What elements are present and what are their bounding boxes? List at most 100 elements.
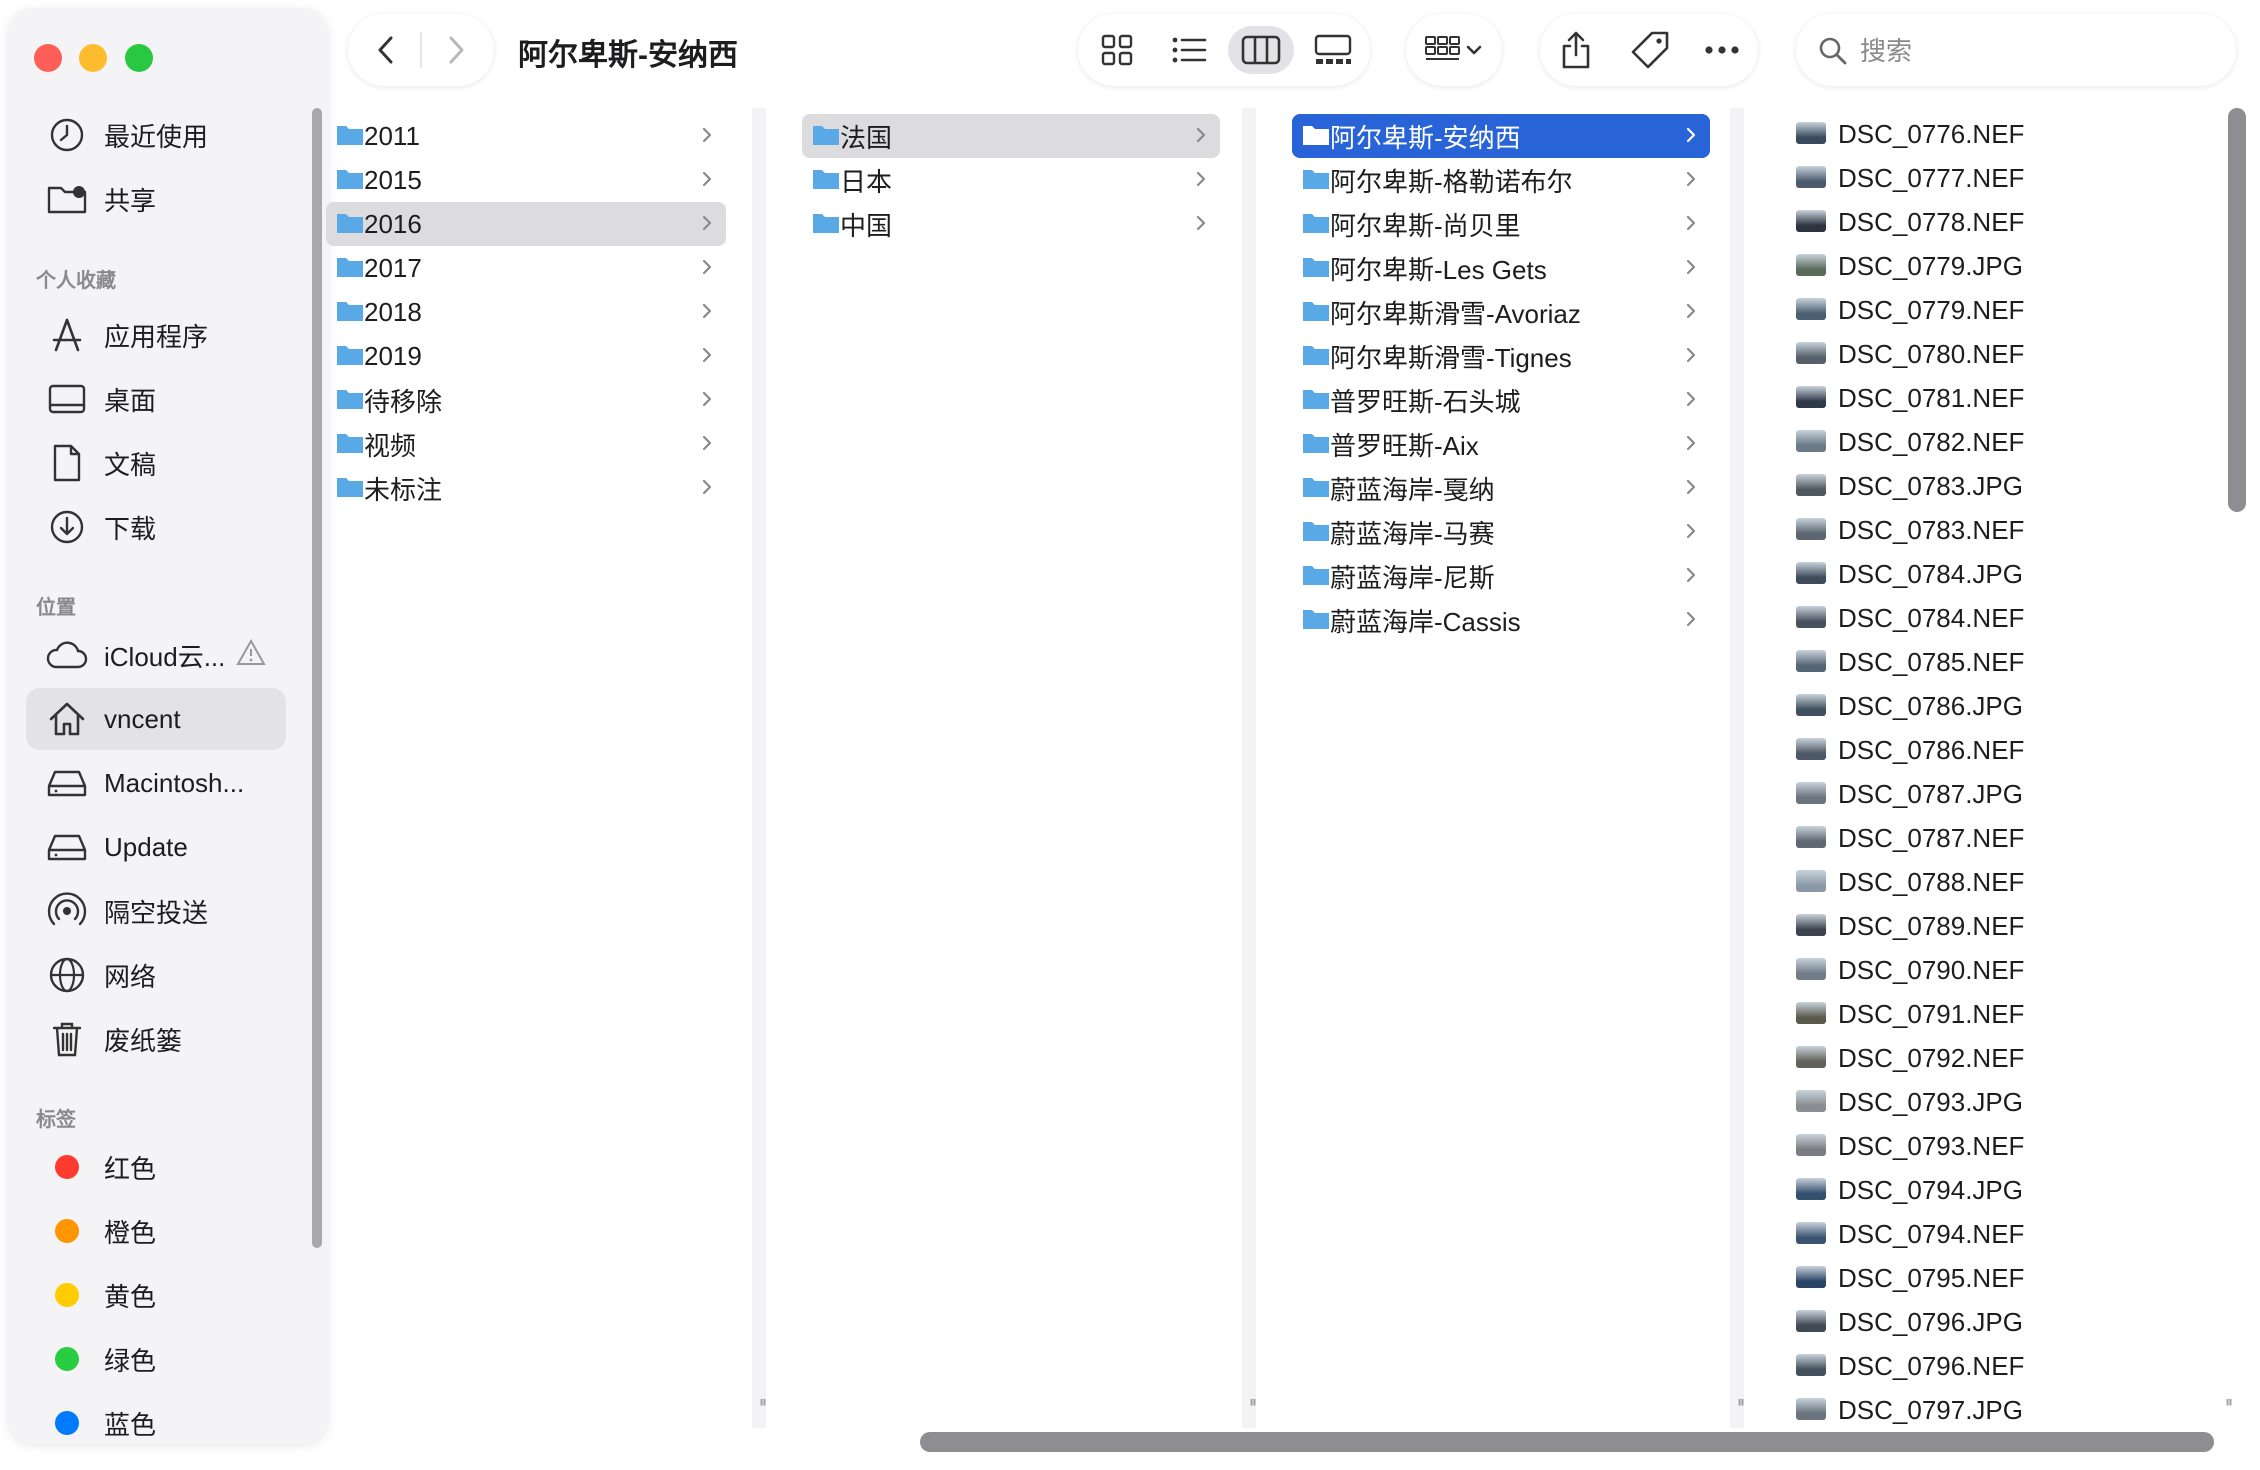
file-row[interactable]: DSC_0777.NEF (1796, 158, 2196, 198)
folder-row[interactable]: 待移除 (326, 378, 726, 422)
folder-row[interactable]: 蔚蓝海岸-戛纳 (1292, 466, 1710, 510)
folder-row[interactable]: 中国 (802, 202, 1220, 246)
folder-row[interactable]: 2011 (326, 114, 726, 158)
file-row[interactable]: DSC_0779.JPG (1796, 246, 2196, 286)
more-button[interactable] (1700, 30, 1744, 70)
file-row[interactable]: DSC_0796.JPG (1796, 1302, 2196, 1342)
back-button[interactable] (366, 30, 406, 70)
sidebar-item-macintosh[interactable]: Macintosh... (26, 752, 286, 814)
file-row[interactable]: DSC_0797.JPG (1796, 1390, 2196, 1430)
horizontal-scrollbar[interactable] (920, 1432, 2214, 1452)
folder-row[interactable]: 普罗旺斯-Aix (1292, 422, 1710, 466)
file-row[interactable]: DSC_0779.NEF (1796, 290, 2196, 330)
file-row[interactable]: DSC_0783.JPG (1796, 466, 2196, 506)
sidebar-tag-red[interactable]: 红色 (26, 1136, 286, 1198)
file-row[interactable]: DSC_0785.NEF (1796, 642, 2196, 682)
folder-row[interactable]: 阿尔卑斯滑雪-Tignes (1292, 334, 1710, 378)
file-row[interactable]: DSC_0787.NEF (1796, 818, 2196, 858)
folder-icon (1302, 563, 1330, 592)
sidebar-scrollbar[interactable] (312, 108, 322, 1248)
gallery-view-button[interactable] (1300, 26, 1366, 74)
files-vertical-scrollbar[interactable] (2228, 108, 2246, 512)
file-row[interactable]: DSC_0793.JPG (1796, 1082, 2196, 1122)
tag-button[interactable] (1628, 30, 1672, 70)
folder-row[interactable]: 法国 (802, 114, 1220, 158)
folder-row[interactable]: 阿尔卑斯-尚贝里 (1292, 202, 1710, 246)
file-row[interactable]: DSC_0781.NEF (1796, 378, 2196, 418)
column-resize-handle[interactable]: ⏸ (759, 1394, 767, 1412)
column-resize-handle[interactable]: ⏸ (1737, 1394, 1745, 1412)
zoom-window-button[interactable] (125, 44, 153, 72)
file-row[interactable]: DSC_0784.JPG (1796, 554, 2196, 594)
file-row[interactable]: DSC_0778.NEF (1796, 202, 2196, 242)
folder-row[interactable]: 阿尔卑斯-安纳西 (1292, 114, 1710, 158)
column-divider[interactable] (1242, 108, 1256, 1428)
sidebar-item-home[interactable]: vncent (26, 688, 286, 750)
folder-row[interactable]: 阿尔卑斯-格勒诺布尔 (1292, 158, 1710, 202)
file-row[interactable]: DSC_0787.JPG (1796, 774, 2196, 814)
file-row[interactable]: DSC_0795.NEF (1796, 1258, 2196, 1298)
sidebar-item-applications[interactable]: 应用程序 (26, 304, 286, 366)
sidebar-item-downloads[interactable]: 下载 (26, 496, 286, 558)
folder-row[interactable]: 普罗旺斯-石头城 (1292, 378, 1710, 422)
folder-row[interactable]: 2016 (326, 202, 726, 246)
file-row[interactable]: DSC_0783.NEF (1796, 510, 2196, 550)
minimize-window-button[interactable] (79, 44, 107, 72)
image-thumbnail-icon (1796, 1002, 1826, 1024)
file-row[interactable]: DSC_0791.NEF (1796, 994, 2196, 1034)
file-row[interactable]: DSC_0776.NEF (1796, 114, 2196, 154)
group-by-button[interactable] (1406, 14, 1502, 86)
folder-icon (1302, 343, 1330, 372)
folder-row[interactable]: 蔚蓝海岸-Cassis (1292, 598, 1710, 642)
sidebar-item-icloud[interactable]: iCloud云... (26, 624, 286, 686)
close-window-button[interactable] (34, 44, 62, 72)
column-divider[interactable] (752, 108, 766, 1428)
list-view-button[interactable] (1156, 26, 1222, 74)
sidebar-tag-yellow[interactable]: 黄色 (26, 1264, 286, 1326)
file-row[interactable]: DSC_0794.JPG (1796, 1170, 2196, 1210)
sidebar-item-desktop[interactable]: 桌面 (26, 368, 286, 430)
file-row[interactable]: DSC_0784.NEF (1796, 598, 2196, 638)
folder-row[interactable]: 蔚蓝海岸-尼斯 (1292, 554, 1710, 598)
file-row[interactable]: DSC_0780.NEF (1796, 334, 2196, 374)
sidebar-item-update[interactable]: Update (26, 816, 286, 878)
folder-row[interactable]: 2019 (326, 334, 726, 378)
search-field[interactable] (1796, 14, 2236, 86)
folder-row[interactable]: 未标注 (326, 466, 726, 510)
sidebar-item-airdrop[interactable]: 隔空投送 (26, 880, 286, 942)
sidebar-item-shared[interactable]: 共享 (26, 168, 286, 230)
file-row[interactable]: DSC_0792.NEF (1796, 1038, 2196, 1078)
folder-row[interactable]: 日本 (802, 158, 1220, 202)
folder-row[interactable]: 蔚蓝海岸-马赛 (1292, 510, 1710, 554)
file-row[interactable]: DSC_0794.NEF (1796, 1214, 2196, 1254)
sidebar-tag-green[interactable]: 绿色 (26, 1328, 286, 1390)
file-row[interactable]: DSC_0789.NEF (1796, 906, 2196, 946)
folder-row[interactable]: 视频 (326, 422, 726, 466)
file-row[interactable]: DSC_0793.NEF (1796, 1126, 2196, 1166)
file-row[interactable]: DSC_0788.NEF (1796, 862, 2196, 902)
file-row[interactable]: DSC_0786.JPG (1796, 686, 2196, 726)
sidebar-item-network[interactable]: 网络 (26, 944, 286, 1006)
folder-row[interactable]: 2017 (326, 246, 726, 290)
forward-button[interactable] (436, 30, 476, 70)
share-button[interactable] (1554, 30, 1598, 70)
column-divider[interactable] (1730, 108, 1744, 1428)
file-row[interactable]: DSC_0782.NEF (1796, 422, 2196, 462)
column-view-button[interactable] (1228, 26, 1294, 74)
sidebar-tag-blue[interactable]: 蓝色 (26, 1392, 286, 1444)
folder-row[interactable]: 2018 (326, 290, 726, 334)
search-input[interactable] (1858, 32, 2202, 70)
column-resize-handle[interactable]: ⏸ (2225, 1394, 2233, 1412)
file-row[interactable]: DSC_0786.NEF (1796, 730, 2196, 770)
sidebar-item-recents[interactable]: 最近使用 (26, 104, 286, 166)
folder-row[interactable]: 阿尔卑斯滑雪-Avoriaz (1292, 290, 1710, 334)
sidebar-item-documents[interactable]: 文稿 (26, 432, 286, 494)
folder-row[interactable]: 阿尔卑斯-Les Gets (1292, 246, 1710, 290)
sidebar-item-trash[interactable]: 废纸篓 (26, 1008, 286, 1070)
column-resize-handle[interactable]: ⏸ (1249, 1394, 1257, 1412)
icon-view-button[interactable] (1084, 26, 1150, 74)
sidebar-tag-orange[interactable]: 橙色 (26, 1200, 286, 1262)
file-row[interactable]: DSC_0790.NEF (1796, 950, 2196, 990)
file-row[interactable]: DSC_0796.NEF (1796, 1346, 2196, 1386)
folder-row[interactable]: 2015 (326, 158, 726, 202)
